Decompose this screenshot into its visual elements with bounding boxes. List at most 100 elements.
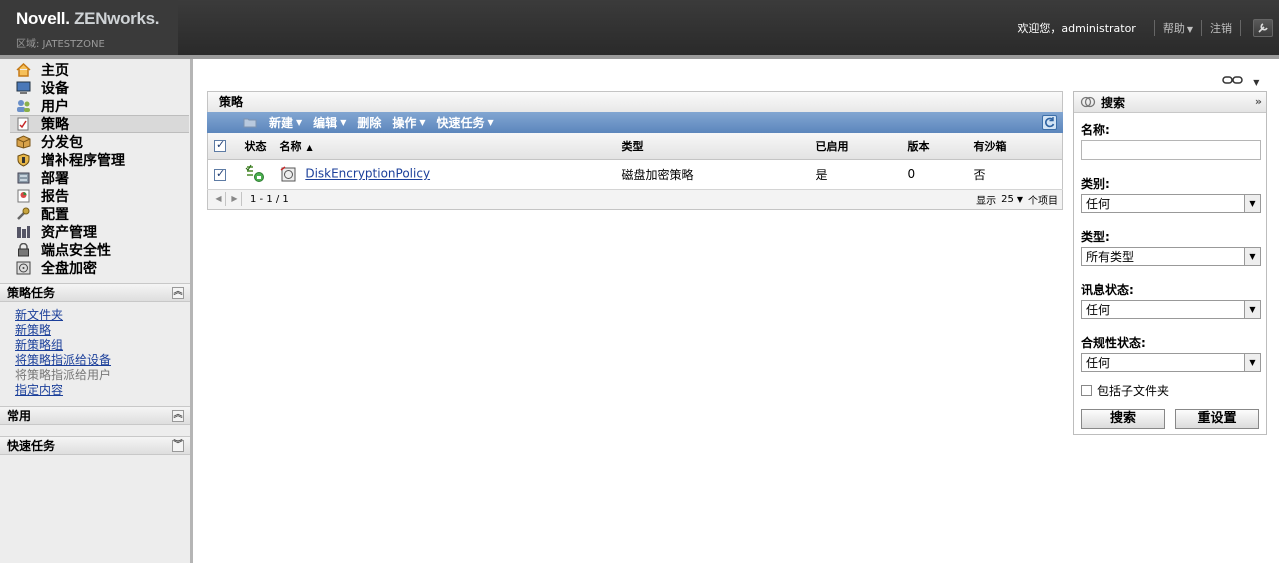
version-cell: 0 bbox=[903, 159, 970, 190]
nav-item-devices[interactable]: 设备 bbox=[0, 79, 190, 97]
link-menu[interactable]: ▼ bbox=[1222, 75, 1259, 88]
patch-icon bbox=[17, 153, 30, 167]
policy-tasks-header[interactable]: 策略任务 ︽ bbox=[0, 283, 190, 302]
prev-page-button[interactable]: ◀ bbox=[212, 192, 226, 206]
task-assign-to-device[interactable]: 将策略指派给设备 bbox=[15, 353, 190, 368]
compliance-status-select[interactable]: 任何 ▼ bbox=[1081, 353, 1261, 372]
nav-item-deploy[interactable]: 部署 bbox=[0, 169, 190, 187]
show-label: 显示 bbox=[976, 195, 997, 207]
next-page-button[interactable]: ▶ bbox=[228, 192, 242, 206]
select-all-checkbox[interactable] bbox=[214, 138, 226, 153]
task-assign-to-user: 将策略指派给用户 bbox=[15, 368, 112, 382]
col-name[interactable]: 名称 ▲ bbox=[275, 133, 618, 160]
logout-link[interactable]: 注销 bbox=[1210, 20, 1232, 36]
policies-panel: 策略 新建▼ 编辑▼ 删除 操作▼ 快速任务▼ 状态 名称▲ 类型 已启用 版本… bbox=[207, 91, 1063, 210]
search-button[interactable]: 搜索 bbox=[1081, 409, 1165, 429]
collapse-icon[interactable]: ︽ bbox=[172, 409, 184, 422]
nav-item-reports[interactable]: 报告 bbox=[0, 187, 190, 205]
include-subfolders[interactable]: 包括子文件夹 bbox=[1081, 382, 1259, 399]
row-checkbox[interactable] bbox=[214, 167, 226, 181]
nav-item-bundles[interactable]: 分发包 bbox=[0, 133, 190, 151]
quick-tasks-header[interactable]: 快速任务 ︾ bbox=[0, 436, 190, 455]
config-icon bbox=[17, 207, 30, 220]
task-specify-content[interactable]: 指定内容 bbox=[15, 383, 190, 398]
action-menu[interactable]: 操作 ▼ bbox=[392, 114, 425, 131]
nav-item-endpoint-security[interactable]: 端点安全性 bbox=[0, 241, 190, 259]
nav-label: 用户 bbox=[41, 99, 69, 115]
col-status[interactable]: 状态 bbox=[240, 133, 276, 160]
task-new-folder[interactable]: 新文件夹 bbox=[15, 308, 190, 323]
asset-icon bbox=[17, 226, 30, 238]
name-input[interactable] bbox=[1081, 140, 1261, 160]
policy-tasks-list: 新文件夹 新策略 新策略组 将策略指派给设备 将策略指派给用户 指定内容 bbox=[0, 302, 190, 406]
status-cell bbox=[240, 159, 276, 190]
table-header-row: 状态 名称▲ 类型 已启用 版本 有沙箱 bbox=[207, 133, 1063, 160]
task-new-policy-group[interactable]: 新策略组 bbox=[15, 338, 190, 353]
delete-button[interactable]: 删除 bbox=[357, 114, 381, 131]
chevron-down-icon: ▼ bbox=[340, 118, 347, 127]
items-label: 个项目 bbox=[1028, 195, 1058, 207]
search-title: 搜索 bbox=[1101, 95, 1126, 110]
expand-panel-icon[interactable]: » bbox=[1255, 95, 1262, 108]
common-header[interactable]: 常用 ︽ bbox=[0, 406, 190, 425]
logo-area: Novell. ZENworks. 区域: JATESTZONE bbox=[0, 0, 178, 55]
enabled-cell: 是 bbox=[811, 159, 904, 190]
nav-label: 配置 bbox=[41, 207, 69, 223]
col-enabled[interactable]: 已启用 bbox=[811, 133, 904, 160]
header-actions: 欢迎您，administrator 帮助 ▼ 注销 bbox=[1017, 0, 1279, 55]
new-menu[interactable]: 新建 ▼ bbox=[269, 114, 302, 131]
quick-tasks-menu[interactable]: 快速任务 ▼ bbox=[437, 114, 494, 131]
home-icon bbox=[16, 63, 31, 77]
edit-menu[interactable]: 编辑 ▼ bbox=[313, 114, 346, 131]
report-icon bbox=[17, 189, 30, 203]
category-label: 类别: bbox=[1081, 177, 1110, 191]
nav-item-asset-management[interactable]: 资产管理 bbox=[0, 223, 190, 241]
folder-up-icon[interactable] bbox=[243, 117, 257, 128]
nav-item-users[interactable]: 用户 bbox=[0, 97, 190, 115]
include-subfolders-label: 包括子文件夹 bbox=[1097, 384, 1170, 398]
nav-item-patch[interactable]: 增补程序管理 bbox=[0, 151, 190, 169]
section-title: 策略任务 bbox=[7, 286, 56, 300]
nav-item-policies[interactable]: 策略 bbox=[10, 115, 189, 133]
chevron-down-icon: ▼ bbox=[1244, 248, 1260, 265]
app-header: Novell. ZENworks. 区域: JATESTZONE 欢迎您，adm… bbox=[0, 0, 1279, 55]
sort-ascending-icon: ▲ bbox=[306, 142, 313, 152]
section-title: 常用 bbox=[7, 409, 32, 423]
nav-item-home[interactable]: 主页 bbox=[0, 61, 190, 79]
col-type[interactable]: 类型 bbox=[617, 133, 812, 160]
main-nav-list: 主页 设备 用户 策略 分发包 增补程序管理 部署 报告 配置 资产管理 端点安… bbox=[0, 59, 190, 277]
lock-icon bbox=[18, 243, 29, 257]
include-subfolders-checkbox[interactable] bbox=[1081, 385, 1092, 396]
page-size-select[interactable]: 25 ▼ bbox=[1001, 194, 1023, 205]
expand-icon[interactable]: ︾ bbox=[172, 439, 184, 452]
search-form: 名称: 类别: 任何 ▼ 类型: 所有类型 ▼ 讯息状态: 任何 ▼ 合规性状态: 任… bbox=[1074, 113, 1266, 435]
chevron-down-icon: ▼ bbox=[296, 118, 303, 127]
nav-item-configuration[interactable]: 配置 bbox=[0, 205, 190, 223]
tools-button[interactable] bbox=[1253, 18, 1273, 37]
policy-name-link[interactable]: DiskEncryptionPolicy bbox=[305, 167, 430, 181]
collapse-icon[interactable]: ︽ bbox=[172, 286, 184, 299]
compliance-status-label: 合规性状态: bbox=[1081, 336, 1146, 350]
search-buttons: 搜索 重设置 bbox=[1081, 409, 1259, 429]
header-divider bbox=[1201, 19, 1202, 36]
chevron-down-icon: ▼ bbox=[1186, 24, 1193, 34]
refresh-button[interactable] bbox=[1042, 115, 1057, 130]
nav-item-full-disk-encryption[interactable]: 全盘加密 bbox=[0, 259, 190, 277]
task-new-policy[interactable]: 新策略 bbox=[15, 323, 190, 338]
message-status-select[interactable]: 任何 ▼ bbox=[1081, 300, 1261, 319]
policy-status-icon bbox=[245, 164, 264, 182]
table-row[interactable]: DiskEncryptionPolicy 磁盘加密策略 是 0 否 bbox=[207, 159, 1063, 190]
deploy-icon bbox=[17, 172, 30, 184]
bundle-icon bbox=[16, 135, 31, 149]
help-menu[interactable]: 帮助 ▼ bbox=[1163, 20, 1193, 36]
type-select[interactable]: 所有类型 ▼ bbox=[1081, 247, 1261, 266]
reset-button[interactable]: 重设置 bbox=[1175, 409, 1259, 429]
brand-novell: Novell. bbox=[16, 9, 70, 28]
nav-label: 全盘加密 bbox=[41, 261, 97, 277]
col-sandbox[interactable]: 有沙箱 bbox=[969, 133, 1063, 160]
policies-toolbar: 新建 ▼ 编辑 ▼ 删除 操作 ▼ 快速任务 ▼ bbox=[207, 112, 1063, 133]
category-select[interactable]: 任何 ▼ bbox=[1081, 194, 1261, 213]
header-divider bbox=[1240, 19, 1241, 36]
col-version[interactable]: 版本 bbox=[903, 133, 970, 160]
pager-right: 显示 25 ▼ 个项目 bbox=[976, 192, 1058, 207]
